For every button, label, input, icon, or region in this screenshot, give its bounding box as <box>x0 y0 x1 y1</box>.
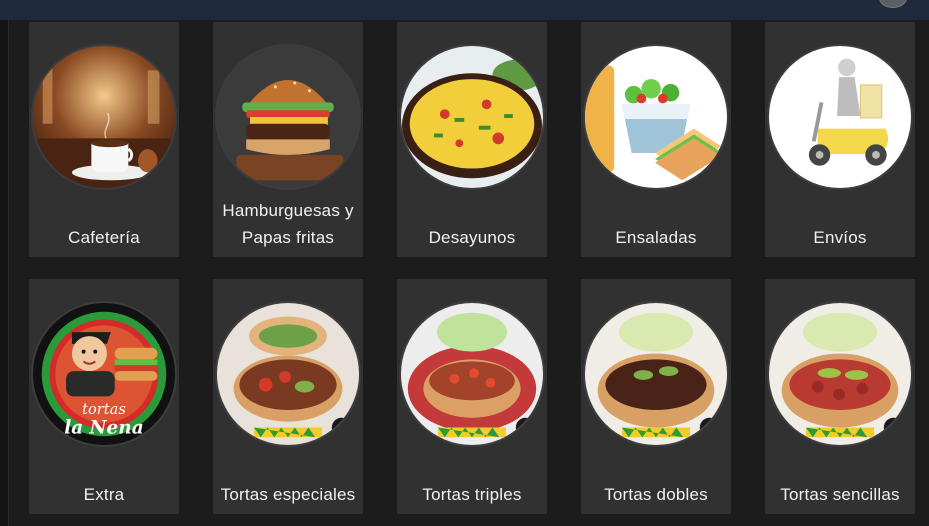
category-card-envios[interactable]: Envíos <box>765 22 915 257</box>
category-card-tortas-especiales[interactable]: Tortas especiales <box>213 279 363 514</box>
sidebar-edge <box>0 20 9 526</box>
torta-sencilla-icon <box>767 301 913 447</box>
category-label: Extra <box>83 485 125 504</box>
category-card-ensaladas[interactable]: Ensaladas <box>581 22 731 257</box>
tortas-la-nena-logo: tortas la Nena <box>31 301 177 447</box>
salad-sandwich-icon <box>583 44 729 190</box>
category-card-cafeteria[interactable]: Cafetería <box>29 22 179 257</box>
torta-especial-icon <box>215 301 361 447</box>
category-label: Ensaladas <box>615 228 697 247</box>
torta-doble-icon <box>583 301 729 447</box>
category-grid: Cafetería Hamburguesas y Papas fritas De… <box>29 22 915 514</box>
category-card-tortas-sencillas[interactable]: Tortas sencillas <box>765 279 915 514</box>
delivery-scooter-icon <box>767 44 913 190</box>
category-card-tortas-triples[interactable]: Tortas triples <box>397 279 547 514</box>
logo-text-tortas: tortas <box>82 401 126 418</box>
coffee-cup-icon <box>31 44 177 190</box>
burger-icon <box>215 44 361 190</box>
category-label: Tortas especiales <box>220 485 356 504</box>
category-label: Desayunos <box>428 228 516 247</box>
category-label: Hamburguesas y Papas fritas <box>222 201 354 247</box>
category-label: Tortas triples <box>422 485 522 504</box>
category-label: Cafetería <box>68 228 140 247</box>
scrambled-eggs-icon <box>399 44 545 190</box>
category-card-extra[interactable]: tortas la Nena Extra <box>29 279 179 514</box>
category-label: Tortas dobles <box>604 485 708 504</box>
logo-text-la-nena: la Nena <box>64 417 143 438</box>
category-label: Tortas sencillas <box>780 485 900 504</box>
user-avatar[interactable] <box>879 0 907 8</box>
category-card-hamburguesas[interactable]: Hamburguesas y Papas fritas <box>213 22 363 257</box>
top-navbar <box>0 0 929 20</box>
category-card-desayunos[interactable]: Desayunos <box>397 22 547 257</box>
torta-triple-icon <box>399 301 545 447</box>
category-label: Envíos <box>813 228 867 247</box>
category-card-tortas-dobles[interactable]: Tortas dobles <box>581 279 731 514</box>
